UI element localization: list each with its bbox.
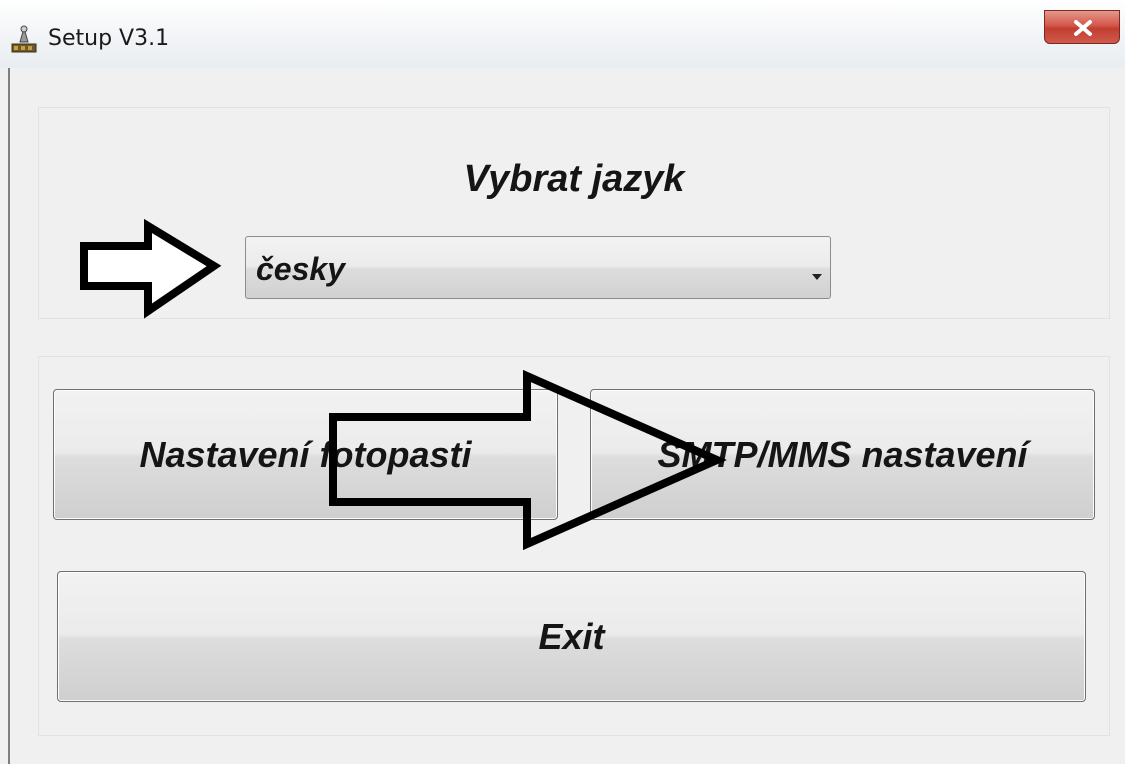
smtp-setup-label: SMTP/MMS nastavení [657, 433, 1028, 475]
close-button[interactable] [1044, 10, 1120, 44]
exit-button[interactable]: Exit [57, 571, 1086, 702]
title-bar[interactable]: Setup V3.1 [0, 0, 1125, 68]
smtp-setup-button[interactable]: SMTP/MMS nastavení [590, 389, 1095, 520]
language-select-value: česky [256, 251, 345, 287]
setup-tool-icon [10, 24, 38, 54]
language-heading: Vybrat jazyk [463, 158, 685, 200]
camera-setup-button[interactable]: Nastavení fotopasti [53, 389, 558, 520]
window-title: Setup V3.1 [48, 26, 170, 51]
camera-setup-label: Nastavení fotopasti [139, 433, 472, 475]
chevron-down-icon[interactable] [812, 267, 822, 285]
setup-window: Setup V3.1 Vybrat jazyk česky Nastavení … [0, 0, 1125, 764]
exit-label: Exit [538, 615, 605, 657]
language-select[interactable]: česky [245, 236, 831, 299]
